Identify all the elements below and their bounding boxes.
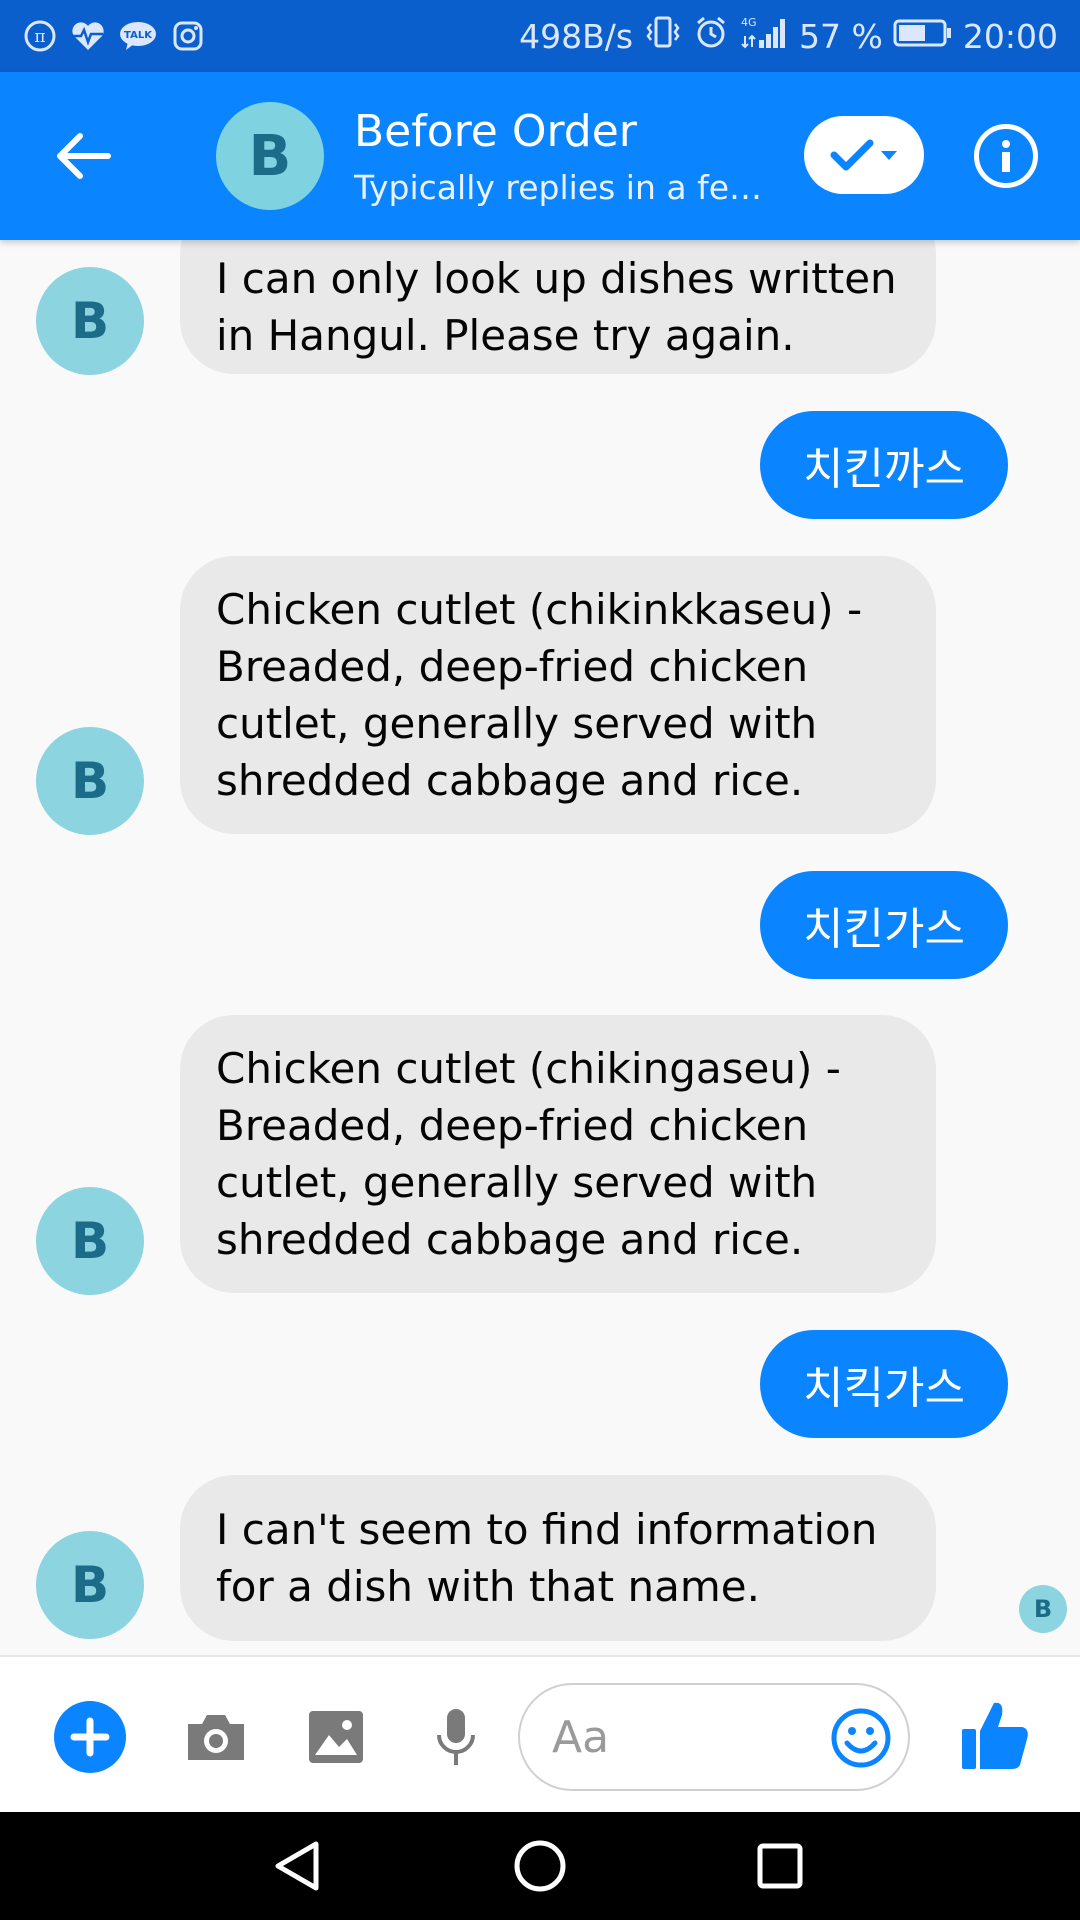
vibrate-icon — [643, 14, 683, 58]
recents-square-icon — [757, 1843, 803, 1889]
svg-text:π: π — [34, 27, 45, 47]
battery-percent: 57 % — [799, 16, 883, 56]
outgoing-message[interactable]: 치킨까스 — [760, 411, 1008, 519]
emoji-icon — [831, 1708, 891, 1768]
message-composer — [0, 1655, 1080, 1812]
message-text: 치킥가스 — [803, 1363, 965, 1414]
contact-avatar[interactable]: B — [216, 102, 324, 210]
nav-back-button[interactable] — [270, 1838, 326, 1894]
back-triangle-icon — [275, 1841, 319, 1891]
camera-button[interactable] — [180, 1701, 252, 1773]
message-list[interactable]: B I can only look up dishes written in H… — [0, 240, 1080, 1655]
status-right: 498B/s 4G 57 % 20:00 — [519, 14, 1058, 58]
message-text: I can't seem to find information for a d… — [216, 1505, 878, 1611]
alarm-icon — [693, 14, 729, 58]
status-bar: π TALK 498B/s 4G 57 % 20:00 — [0, 0, 1080, 72]
message-text: I can only look up dishes written in Han… — [216, 254, 897, 360]
contact-status: Typically replies in a fe… — [354, 168, 763, 207]
message-input-wrapper — [518, 1683, 910, 1791]
message-text: 치킨까스 — [803, 444, 965, 495]
clock: 20:00 — [962, 16, 1058, 56]
bot-avatar[interactable]: B — [36, 1187, 144, 1295]
nav-home-button[interactable] — [512, 1838, 568, 1894]
battery-icon — [893, 17, 953, 56]
message-text: Chicken cutlet (chikinkkaseu) - Breaded,… — [216, 585, 863, 805]
check-icon — [830, 139, 874, 171]
system-nav-bar — [0, 1812, 1080, 1920]
message-text: 치킨가스 — [803, 904, 965, 955]
info-icon — [1002, 140, 1010, 172]
signal-icon: 4G — [739, 14, 789, 58]
back-button[interactable] — [52, 124, 116, 188]
emoji-button[interactable] — [830, 1707, 892, 1769]
message-input[interactable] — [552, 1705, 812, 1769]
contact-name[interactable]: Before Order — [354, 106, 637, 157]
pi-icon: π — [22, 18, 58, 54]
talk-icon: TALK — [118, 18, 158, 54]
net-speed: 498B/s — [519, 16, 634, 56]
status-left-icons: π TALK — [22, 18, 206, 54]
microphone-icon — [437, 1709, 475, 1765]
gallery-button[interactable] — [300, 1701, 372, 1773]
message-text: Chicken cutlet (chikingaseu) - Breaded, … — [216, 1044, 841, 1264]
back-arrow-icon — [57, 133, 111, 179]
image-icon — [309, 1711, 363, 1763]
outgoing-message[interactable]: 치킨가스 — [760, 871, 1008, 979]
quick-action-button[interactable] — [804, 116, 924, 194]
network-type: 4G — [741, 16, 757, 29]
read-receipt-avatar: B — [1019, 1585, 1067, 1633]
incoming-message[interactable]: I can't seem to find information for a d… — [180, 1475, 936, 1641]
more-actions-button[interactable] — [54, 1701, 126, 1773]
talk-icon-label: TALK — [124, 30, 153, 41]
nav-recents-button[interactable] — [752, 1838, 808, 1894]
voice-button[interactable] — [420, 1701, 492, 1773]
heart-pulse-icon — [70, 18, 106, 54]
incoming-message[interactable]: Chicken cutlet (chikingaseu) - Breaded, … — [180, 1015, 936, 1293]
conversation-header: B Before Order Typically replies in a fe… — [0, 72, 1080, 240]
chevron-down-icon — [881, 151, 897, 160]
thumbs-up-icon — [962, 1702, 1028, 1769]
bot-avatar[interactable]: B — [36, 1531, 144, 1639]
info-button[interactable] — [974, 124, 1038, 188]
home-circle-icon — [514, 1840, 566, 1892]
outgoing-message[interactable]: 치킥가스 — [760, 1330, 1008, 1438]
camera-icon — [188, 1715, 244, 1760]
incoming-message[interactable]: Chicken cutlet (chikinkkaseu) - Breaded,… — [180, 556, 936, 834]
instagram-icon — [170, 18, 206, 54]
like-button[interactable] — [960, 1697, 1030, 1773]
incoming-message[interactable]: I can only look up dishes written in Han… — [180, 240, 936, 374]
bot-avatar[interactable]: B — [36, 267, 144, 375]
plus-icon — [70, 1717, 110, 1757]
bot-avatar[interactable]: B — [36, 727, 144, 835]
